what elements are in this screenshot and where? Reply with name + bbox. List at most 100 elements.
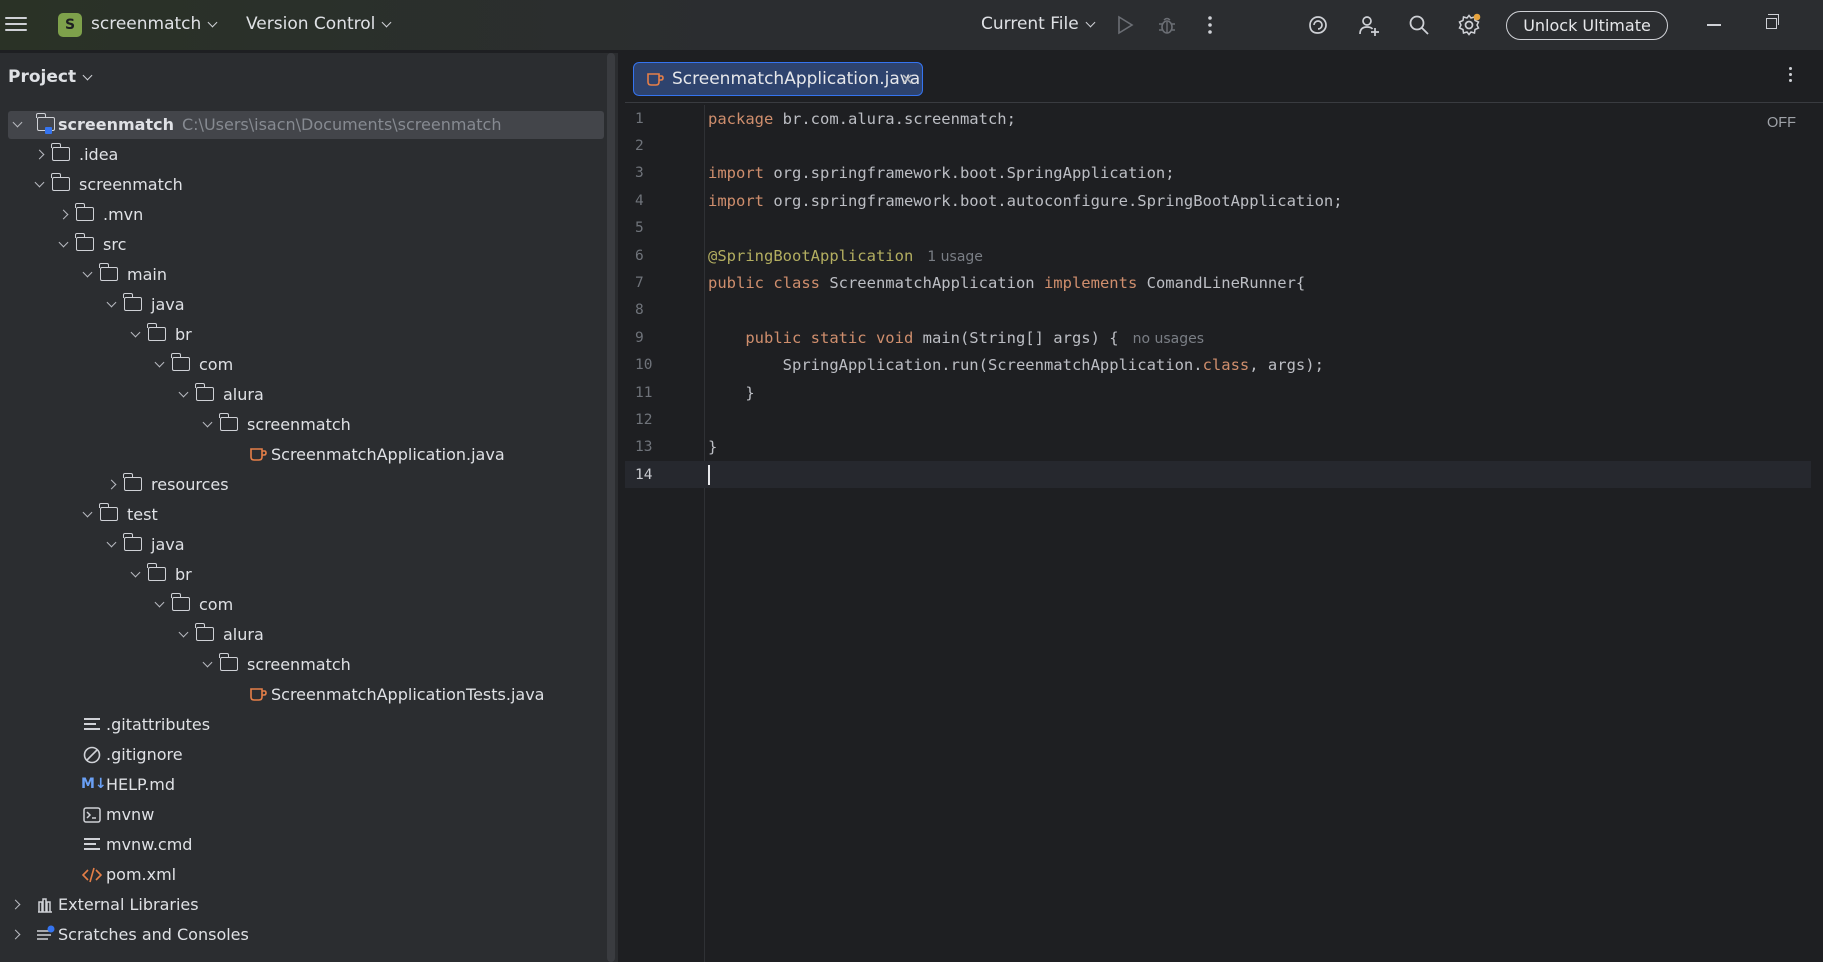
expand-arrow-icon[interactable] (12, 117, 23, 128)
inspection-status[interactable]: OFF (1767, 115, 1796, 131)
line-number[interactable]: 12 (635, 412, 675, 428)
project-badge[interactable]: S (58, 13, 82, 37)
minimize-icon[interactable] (1707, 24, 1721, 26)
line-number[interactable]: 5 (635, 220, 675, 236)
tree-item-screenmatch-application-java[interactable]: ScreenmatchApplication.java (0, 441, 608, 469)
code-line[interactable]: 7 public class ScreenmatchApplication imp… (625, 269, 1811, 296)
line-number[interactable]: 13 (635, 439, 675, 455)
line-number[interactable]: 6 (635, 248, 675, 264)
tree-item-idea[interactable]: .idea (0, 141, 608, 169)
run-config-selector[interactable]: Current File (981, 14, 1096, 34)
code-line[interactable]: 6 @SpringBootApplication 1 usage (625, 242, 1811, 269)
tree-item-mvn[interactable]: .mvn (0, 201, 608, 229)
line-number[interactable]: 14 (635, 467, 675, 483)
expand-arrow-icon[interactable] (34, 177, 45, 188)
tree-item-com[interactable]: com (0, 351, 608, 379)
line-number[interactable]: 1 (635, 111, 675, 127)
code-line[interactable]: 13} (625, 434, 1811, 461)
vcs-menu[interactable]: Version Control (246, 14, 392, 34)
line-number[interactable]: 2 (635, 138, 675, 154)
tree-item-java[interactable]: java (0, 291, 608, 319)
tree-item-screenmatch[interactable]: screenmatch (0, 171, 608, 199)
folder-icon (99, 503, 118, 521)
code-editor[interactable]: 1 package br.com.alura.screenmatch; 2 3 impo… (625, 105, 1811, 962)
expand-arrow-icon[interactable] (10, 899, 21, 910)
tree-item-gitattributes[interactable]: .gitattributes (0, 711, 608, 739)
tree-item-screenmatch-pkg[interactable]: screenmatch (0, 411, 608, 439)
expand-arrow-icon[interactable] (106, 479, 117, 490)
debug-icon[interactable] (1154, 12, 1180, 38)
code-line[interactable]: 5 (625, 215, 1811, 242)
expand-arrow-icon[interactable] (154, 597, 165, 608)
expand-arrow-icon[interactable] (106, 297, 117, 308)
ai-assistant-icon[interactable] (1305, 12, 1331, 38)
tree-item-main[interactable]: main (0, 261, 608, 289)
tree-item-src[interactable]: src (0, 231, 608, 259)
tree-item-mvnw-cmd[interactable]: mvnw.cmd (0, 831, 608, 859)
expand-arrow-icon[interactable] (202, 657, 213, 668)
line-number[interactable]: 4 (635, 193, 675, 209)
tree-item-scratches[interactable]: Scratches and Consoles (0, 921, 608, 949)
expand-arrow-icon[interactable] (202, 417, 213, 428)
expand-arrow-icon[interactable] (58, 209, 69, 220)
tree-item-mvnw[interactable]: mvnw (0, 801, 608, 829)
code-line[interactable]: 10 SpringApplication.run(ScreenmatchAppl… (625, 352, 1811, 379)
tree-item-test-br[interactable]: br (0, 561, 608, 589)
tree-item-test-alura[interactable]: alura (0, 621, 608, 649)
settings-icon[interactable] (1456, 12, 1482, 38)
tree-item-alura[interactable]: alura (0, 381, 608, 409)
line-number[interactable]: 10 (635, 357, 675, 373)
line-number[interactable]: 11 (635, 385, 675, 401)
expand-arrow-icon[interactable] (178, 627, 189, 638)
code-line[interactable]: 12 (625, 406, 1811, 433)
code-line[interactable]: 11 } (625, 379, 1811, 406)
line-number[interactable]: 3 (635, 165, 675, 181)
code-line[interactable]: 9 public static void main(String[] args)… (625, 324, 1811, 351)
tree-item-help-md[interactable]: M↓ HELP.md (0, 771, 608, 799)
tree-item-test[interactable]: test (0, 501, 608, 529)
expand-arrow-icon[interactable] (130, 327, 141, 338)
line-number[interactable]: 9 (635, 330, 675, 346)
code-line[interactable]: 8 (625, 297, 1811, 324)
code-line[interactable]: 4 import org.springframework.boot.autocon… (625, 187, 1811, 214)
tree-item-resources[interactable]: resources (0, 471, 608, 499)
expand-arrow-icon[interactable] (154, 357, 165, 368)
line-number[interactable]: 7 (635, 275, 675, 291)
expand-arrow-icon[interactable] (178, 387, 189, 398)
code-line[interactable]: 1 package br.com.alura.screenmatch; (625, 105, 1811, 132)
tree-item-test-screenmatch[interactable]: screenmatch (0, 651, 608, 679)
expand-arrow-icon[interactable] (106, 537, 117, 548)
project-scrollbar[interactable] (607, 53, 615, 962)
tree-item-test-java[interactable]: java (0, 531, 608, 559)
unlock-ultimate-button[interactable]: Unlock Ultimate (1506, 11, 1668, 40)
tree-item-br[interactable]: br (0, 321, 608, 349)
restore-icon[interactable] (1766, 14, 1779, 29)
expand-arrow-icon[interactable] (34, 149, 45, 160)
expand-arrow-icon[interactable] (130, 567, 141, 578)
line-number[interactable]: 8 (635, 302, 675, 318)
tree-root-screenmatch[interactable]: screenmatch C:\Users\isacn\Documents\scre… (8, 111, 604, 139)
search-icon[interactable] (1406, 12, 1432, 38)
root-path: C:\Users\isacn\Documents\screenmatch (181, 115, 502, 134)
main-menu-icon[interactable] (5, 13, 27, 35)
run-icon[interactable] (1112, 12, 1138, 38)
tree-item-pom-xml[interactable]: pom.xml (0, 861, 608, 889)
code-line[interactable]: 2 (625, 132, 1811, 159)
expand-arrow-icon[interactable] (58, 237, 69, 248)
tree-item-gitignore[interactable]: .gitignore (0, 741, 608, 769)
code-line[interactable]: 14 (625, 461, 1811, 489)
project-switcher[interactable]: screenmatch (91, 14, 218, 34)
expand-arrow-icon[interactable] (82, 507, 93, 518)
tab-screenmatch-application-java[interactable]: ScreenmatchApplication.java ✕ (633, 62, 923, 96)
tree-item-test-com[interactable]: com (0, 591, 608, 619)
tab-actions-icon[interactable] (1789, 67, 1793, 85)
project-view-selector[interactable]: Project (8, 67, 93, 87)
tree-item-external-libraries[interactable]: External Libraries (0, 891, 608, 919)
add-user-icon[interactable] (1356, 12, 1382, 38)
more-actions-icon[interactable] (1197, 12, 1223, 38)
tree-item-screenmatch-application-tests-java[interactable]: ScreenmatchApplicationTests.java (0, 681, 608, 709)
code-line[interactable]: 3 import org.springframework.boot.SpringA… (625, 160, 1811, 187)
expand-arrow-icon[interactable] (10, 929, 21, 940)
expand-arrow-icon[interactable] (82, 267, 93, 278)
close-icon[interactable]: ✕ (901, 70, 914, 89)
